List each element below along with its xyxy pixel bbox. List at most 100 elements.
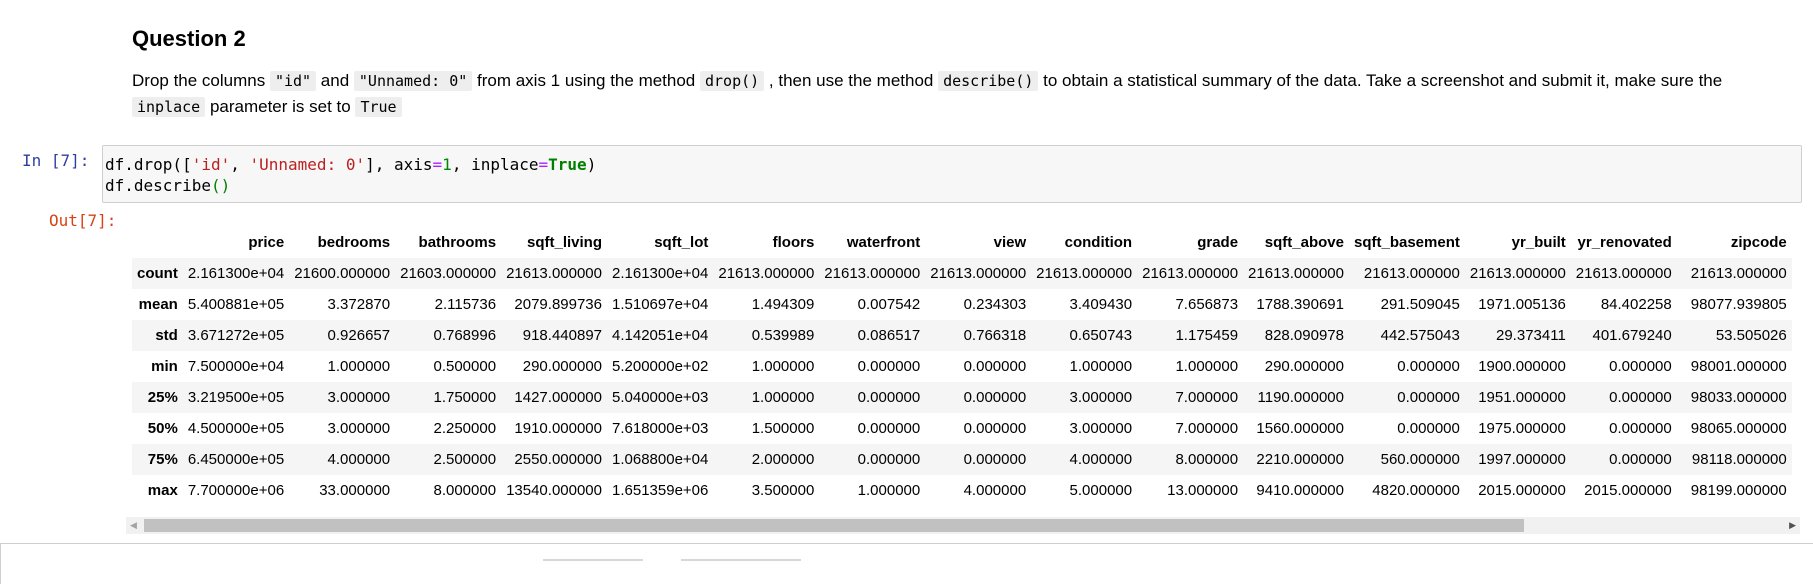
table-cell: 0.000000: [963, 389, 1027, 406]
table-row: 75% 6.450000e+05 4.000000 2.500000 2550.0000…: [132, 444, 1792, 475]
code-cell-editor[interactable]: df.drop(['id', 'Unnamed: 0'], axis=1, in…: [102, 145, 1802, 203]
table-cell: 21613.000000: [1469, 265, 1566, 282]
instruction-text: and: [316, 71, 354, 90]
column-header: sqft_living: [526, 233, 602, 251]
scroll-right-arrow-icon[interactable]: ▶: [1789, 520, 1796, 531]
inline-code-inplace: inplace: [132, 97, 206, 117]
table-cell: 2.000000: [751, 451, 815, 468]
table-cell: 0.000000: [857, 389, 921, 406]
code-keyword: True: [548, 155, 587, 174]
table-cell: 7.500000e+04: [187, 358, 285, 375]
table-cell: 5.200000e+02: [612, 358, 709, 375]
inline-code-true: True: [355, 97, 402, 117]
table-cell: 1.175459: [1175, 327, 1239, 344]
column-header: sqft_lot: [654, 233, 709, 251]
table-cell: 1.000000: [327, 358, 391, 375]
table-cell: 1.000000: [1069, 358, 1133, 375]
row-label: 75%: [147, 451, 178, 468]
code-token: df.drop([: [105, 155, 192, 174]
horizontal-scrollbar[interactable]: ◀ ▶: [126, 517, 1800, 534]
table-cell: 21613.000000: [1036, 265, 1133, 282]
table-cell: 13.000000: [1167, 482, 1239, 499]
table-cell: 21613.000000: [1575, 265, 1672, 282]
table-cell: 0.000000: [857, 451, 921, 468]
table-cell: 1.000000: [751, 389, 815, 406]
table-cell: 5.000000: [1069, 482, 1133, 499]
code-line-1: df.drop(['id', 'Unnamed: 0'], axis=1, in…: [105, 154, 1801, 175]
scroll-left-arrow-icon[interactable]: ◀: [130, 520, 137, 531]
table-cell: 1.651359e+06: [612, 482, 709, 499]
table-cell: 0.000000: [963, 451, 1027, 468]
column-header: zipcode: [1730, 233, 1787, 251]
row-label: 50%: [147, 420, 178, 437]
table-cell: 53.505026: [1715, 327, 1787, 344]
inline-code-describe: describe(): [938, 71, 1039, 91]
row-label: max: [147, 482, 178, 499]
table-cell: 291.509045: [1380, 296, 1460, 313]
table-cell: 2.250000: [433, 420, 497, 437]
table-cell: 21613.000000: [824, 265, 921, 282]
code-token: ], axis: [365, 155, 433, 174]
table-cell: 1975.000000: [1478, 420, 1566, 437]
table-cell: 0.000000: [1397, 389, 1460, 406]
next-cell-fragment: [681, 559, 801, 564]
table-cell: 290.000000: [1264, 358, 1344, 375]
table-cell: 21613.000000: [1363, 265, 1460, 282]
table-cell: 0.086517: [857, 327, 921, 344]
output-table-viewport: price bedrooms bathrooms sqft_living sqft_lo…: [132, 226, 1800, 510]
table-cell: 1.494309: [751, 296, 815, 313]
column-header: bathrooms: [418, 233, 497, 251]
inline-code-id: "id": [269, 71, 317, 91]
table-row: 25% 3.219500e+05 3.000000 1.750000 1427.0000…: [132, 382, 1792, 413]
table-cell: 4.000000: [327, 451, 391, 468]
table-cell: 2079.899736: [514, 296, 602, 313]
table-cell: 3.409430: [1069, 296, 1133, 313]
table-cell: 8.000000: [1175, 451, 1239, 468]
table-cell: 21613.000000: [506, 265, 602, 282]
table-cell: 1.500000: [751, 420, 815, 437]
table-cell: 0.768996: [433, 327, 497, 344]
scrollbar-thumb[interactable]: [144, 519, 1524, 532]
column-header: view: [993, 233, 1027, 251]
table-cell: 7.656873: [1175, 296, 1239, 313]
table-cell: 29.373411: [1496, 327, 1566, 344]
question-heading: Question 2: [132, 26, 246, 51]
table-cell: 21613.000000: [1690, 265, 1787, 282]
table-cell: 6.450000e+05: [187, 451, 285, 468]
table-cell: 3.500000: [751, 482, 815, 499]
table-cell: 5.040000e+03: [612, 389, 709, 406]
table-cell: 0.766318: [963, 327, 1027, 344]
table-cell: 7.700000e+06: [187, 482, 285, 499]
table-cell: 0.000000: [1609, 420, 1672, 437]
column-header: floors: [772, 233, 815, 251]
table-cell: 4820.000000: [1372, 482, 1460, 499]
code-token: ,: [230, 155, 250, 174]
table-cell: 2.161300e+04: [187, 265, 285, 282]
table-cell: 4.500000e+05: [187, 420, 285, 437]
table-row: std 3.671272e+05 0.926657 0.768996 918.44089…: [132, 320, 1792, 351]
code-operator: =: [538, 155, 549, 174]
table-cell: 1.068800e+04: [612, 451, 709, 468]
index-header: [132, 226, 183, 258]
table-cell: 1997.000000: [1478, 451, 1566, 468]
row-label: mean: [138, 296, 178, 313]
table-cell: 1951.000000: [1478, 389, 1566, 406]
table-cell: 560.000000: [1380, 451, 1460, 468]
table-row: count 2.161300e+04 21600.000000 21603.00000…: [132, 258, 1792, 289]
describe-table: price bedrooms bathrooms sqft_living sqft_lo…: [132, 226, 1792, 506]
instruction-text: from axis 1 using the method: [472, 71, 700, 90]
table-cell: 401.679240: [1592, 327, 1672, 344]
inline-code-drop: drop(): [700, 71, 765, 91]
instruction-text: , then use the method: [764, 71, 939, 90]
instruction-text: to obtain a statistical summary of the d…: [1038, 71, 1723, 90]
column-header: sqft_basement: [1353, 233, 1460, 251]
table-cell: 2.500000: [433, 451, 497, 468]
table-cell: 1900.000000: [1478, 358, 1566, 375]
table-cell: 98077.939805: [1690, 296, 1787, 313]
table-cell: 2.115736: [434, 296, 497, 313]
table-cell: 3.000000: [1069, 389, 1133, 406]
table-cell: 3.219500e+05: [187, 389, 285, 406]
table-cell: 3.372870: [327, 296, 391, 313]
table-cell: 98199.000000: [1690, 482, 1787, 499]
row-label: min: [151, 358, 178, 375]
